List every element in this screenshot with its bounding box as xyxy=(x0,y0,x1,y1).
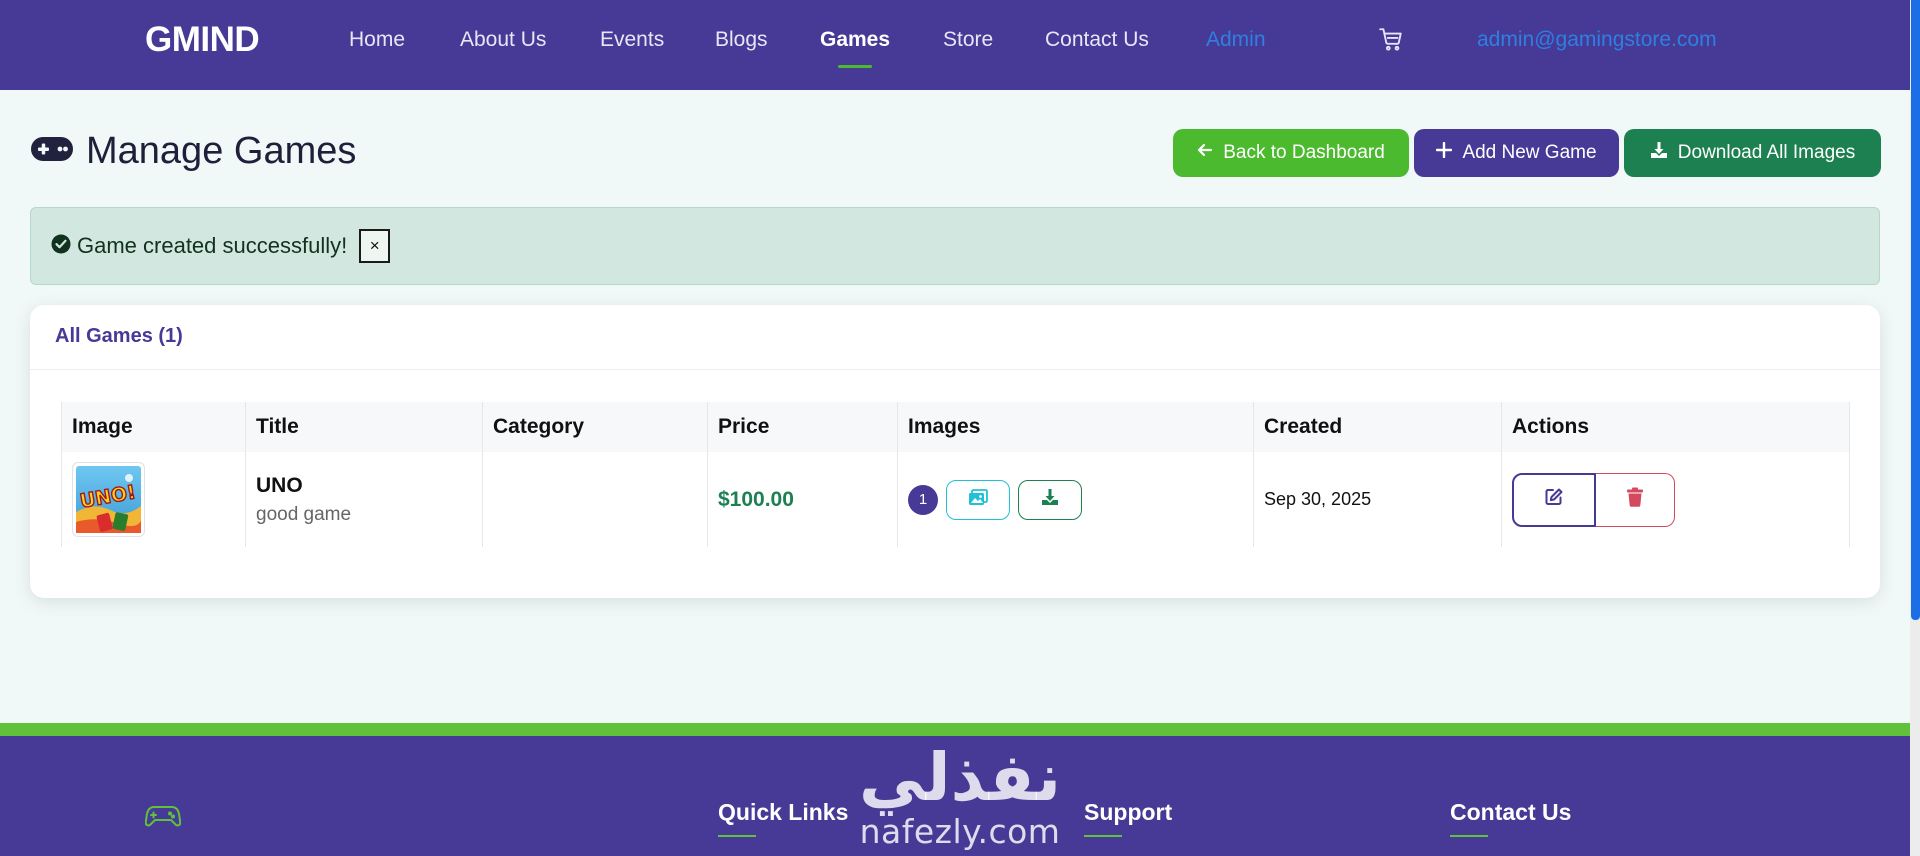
view-images-button[interactable] xyxy=(946,479,1010,520)
column-header-price: Price xyxy=(707,402,898,452)
watermark-arabic-text: نفذلي xyxy=(859,739,1061,816)
heading-underline xyxy=(1450,835,1488,837)
cell-image: UNO! xyxy=(61,452,246,547)
download-images-button[interactable] xyxy=(1018,479,1082,520)
check-circle-icon xyxy=(51,234,71,259)
column-header-created: Created xyxy=(1253,402,1502,452)
edit-icon xyxy=(1544,487,1564,512)
nav-link-admin[interactable]: Admin xyxy=(1206,28,1266,52)
nav-link-events[interactable]: Events xyxy=(600,28,664,52)
games-table: Image Title Category Price Images Create… xyxy=(61,402,1850,547)
cell-images: 1 xyxy=(897,452,1254,547)
footer-contact-heading: Contact Us xyxy=(1450,799,1572,837)
footer-support-heading: Support xyxy=(1084,799,1173,837)
cell-category xyxy=(482,452,708,547)
row-actions xyxy=(1512,472,1849,527)
table-header-row: Image Title Category Price Images Create… xyxy=(61,402,1850,452)
game-price: $100.00 xyxy=(718,487,794,511)
scrollbar-thumb[interactable] xyxy=(1911,0,1920,620)
add-new-game-button[interactable]: Add New Game xyxy=(1414,129,1619,177)
footer-quick-links-label: Quick Links xyxy=(718,799,849,825)
nav-link-about[interactable]: About Us xyxy=(460,28,546,52)
heading-underline xyxy=(1084,835,1122,837)
back-to-dashboard-label: Back to Dashboard xyxy=(1223,142,1385,163)
game-description: good game xyxy=(256,503,352,525)
column-header-image: Image xyxy=(61,402,246,452)
download-all-images-label: Download All Images xyxy=(1677,142,1856,163)
game-thumbnail[interactable]: UNO! xyxy=(72,462,145,537)
column-header-title: Title xyxy=(245,402,483,452)
footer-support-label: Support xyxy=(1084,799,1173,825)
column-header-actions: Actions xyxy=(1501,402,1850,452)
column-header-category: Category xyxy=(482,402,708,452)
active-underline xyxy=(838,65,873,68)
trash-icon xyxy=(1626,487,1644,512)
nav-link-contact[interactable]: Contact Us xyxy=(1045,28,1149,52)
cell-price: $100.00 xyxy=(707,452,898,547)
column-header-images: Images xyxy=(897,402,1254,452)
created-date: Sep 30, 2025 xyxy=(1264,489,1372,509)
table-row: UNO! UNO good game $100.00 1 Sep 30, 202… xyxy=(61,452,1850,547)
delete-game-button[interactable] xyxy=(1596,472,1675,527)
add-new-game-label: Add New Game xyxy=(1462,142,1597,163)
game-title: UNO xyxy=(256,473,303,497)
watermark-latin-text: nafezly.com xyxy=(859,812,1061,851)
watermark: نفذلي nafezly.com xyxy=(850,739,1070,852)
plus-icon xyxy=(1436,141,1453,164)
nav-link-games-label: Games xyxy=(820,28,891,51)
download-all-images-button[interactable]: Download All Images xyxy=(1624,129,1881,177)
alert-close-button[interactable]: × xyxy=(359,229,391,263)
back-to-dashboard-button[interactable]: Back to Dashboard xyxy=(1173,129,1409,177)
cell-created: Sep 30, 2025 xyxy=(1253,452,1502,547)
success-alert: Game created successfully! × xyxy=(30,207,1880,285)
page-title: Manage Games xyxy=(30,130,356,173)
arrow-left-icon xyxy=(1197,142,1213,164)
download-icon xyxy=(1650,141,1668,165)
cell-title: UNO good game xyxy=(245,452,483,547)
games-card-heading: All Games (1) xyxy=(55,325,183,347)
games-card: All Games (1) Image Title Category Price… xyxy=(30,305,1880,598)
footer-contact-label: Contact Us xyxy=(1450,799,1572,825)
user-email-link[interactable]: admin@gamingstore.com xyxy=(1477,28,1717,52)
alert-message: Game created successfully! xyxy=(77,233,348,258)
nav-link-store[interactable]: Store xyxy=(943,28,993,52)
card-divider xyxy=(30,369,1880,370)
image-count-badge: 1 xyxy=(908,484,938,515)
brand-logo[interactable]: GMIND xyxy=(145,20,260,60)
footer-quick-links-heading: Quick Links xyxy=(718,799,849,837)
footer-accent-stripe xyxy=(0,723,1910,736)
nav-link-games[interactable]: Games xyxy=(820,28,891,68)
nav-link-blogs[interactable]: Blogs xyxy=(715,28,768,52)
nav-link-home[interactable]: Home xyxy=(349,28,405,52)
cart-icon[interactable] xyxy=(1378,26,1404,52)
images-icon xyxy=(968,488,988,511)
heading-underline xyxy=(718,835,756,837)
top-navbar: GMIND Home About Us Events Blogs Games S… xyxy=(0,0,1910,90)
edit-game-button[interactable] xyxy=(1512,472,1596,527)
game-controller-icon xyxy=(144,804,182,833)
images-actions: 1 xyxy=(908,479,1253,520)
gamepad-icon xyxy=(30,135,74,168)
cell-actions xyxy=(1501,452,1850,547)
download-icon xyxy=(1041,488,1059,511)
page-title-text: Manage Games xyxy=(86,130,357,172)
